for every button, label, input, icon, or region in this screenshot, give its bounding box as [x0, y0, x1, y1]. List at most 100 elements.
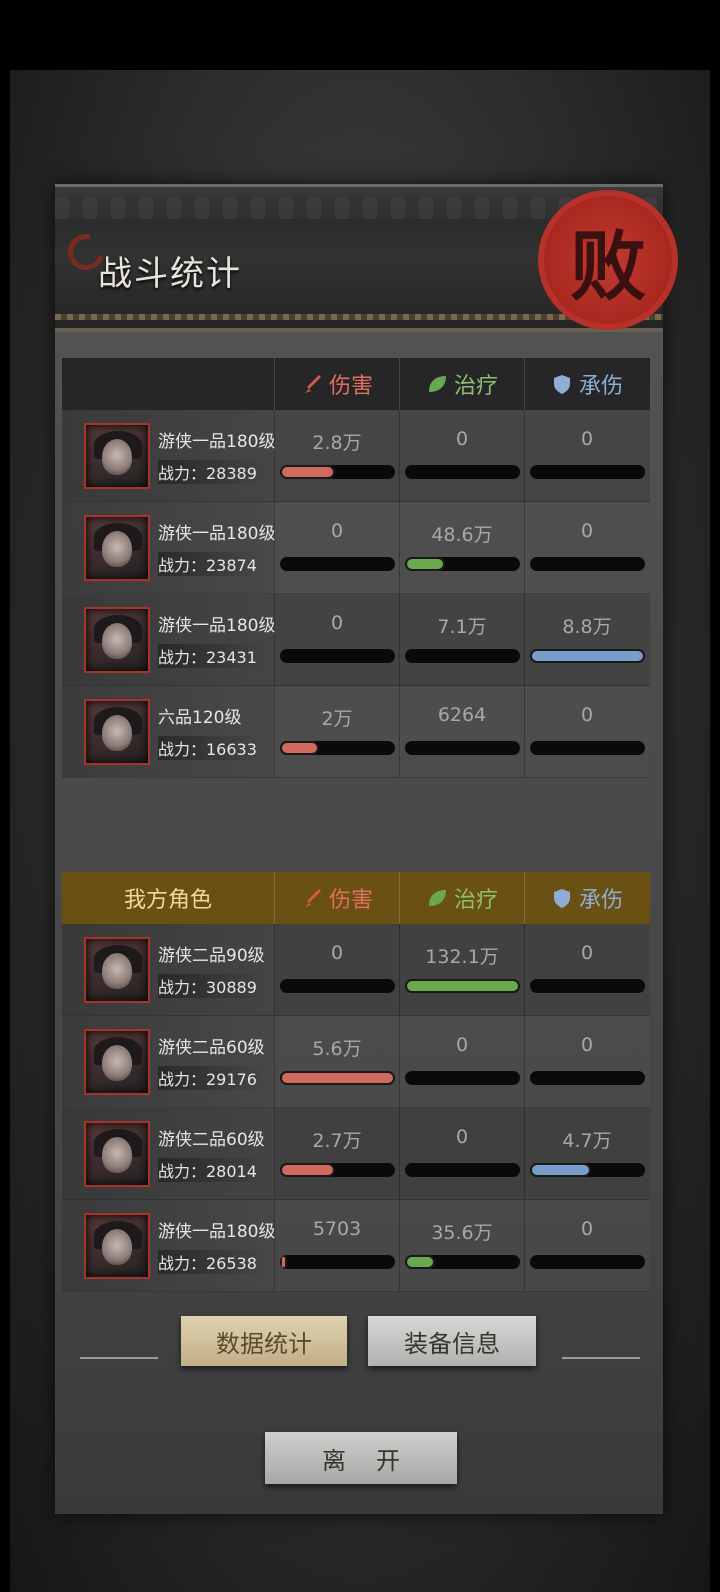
tank-value: 0: [580, 704, 594, 726]
damage-value: 0: [330, 942, 344, 964]
tank-column-header: 承伤: [524, 872, 649, 924]
tank-cell: 0: [524, 1016, 649, 1107]
heal-bar: [405, 465, 520, 479]
avatar-face: [102, 715, 132, 751]
damage-value: 2.7万: [312, 1130, 362, 1152]
tank-bar: [530, 1071, 645, 1085]
damage-bar-fill: [280, 1255, 287, 1269]
damage-value: 5.6万: [312, 1038, 362, 1060]
divider-left: [80, 1357, 158, 1359]
damage-bar: [280, 465, 395, 479]
equipment-info-button[interactable]: 装备信息: [368, 1316, 536, 1366]
character-avatar[interactable]: [84, 937, 150, 1003]
ally-stats-table: 我方角色 伤害 治疗 承伤 游侠二品90级 战力：30889 0 132.1万 0 游侠二…: [62, 872, 650, 1292]
damage-bar-fill: [280, 1163, 336, 1177]
tank-bar-fill: [530, 1163, 591, 1177]
tank-bar: [530, 741, 645, 755]
damage-bar-fill: [280, 465, 336, 479]
character-power: 战力：28014: [158, 1158, 267, 1182]
tank-value: 4.7万: [562, 1130, 612, 1152]
character-name: 六品120级: [158, 708, 242, 728]
heal-cell: 0: [399, 1016, 524, 1107]
character-info: 游侠一品180级 战力：23431: [62, 594, 275, 685]
heal-cell: 35.6万: [399, 1200, 524, 1291]
avatar-face: [102, 1137, 132, 1173]
heal-value: 132.1万: [425, 946, 499, 968]
table-row[interactable]: 游侠二品60级 战力：29176 5.6万 0 0: [62, 1016, 650, 1108]
character-name: 游侠二品90级: [158, 946, 265, 966]
avatar-face: [102, 623, 132, 659]
table-row[interactable]: 游侠二品90级战力：30889 0 132.1万 0: [62, 924, 650, 1016]
damage-label: 伤害: [328, 374, 373, 399]
character-name: 游侠二品60级: [158, 1130, 265, 1150]
character-name: 游侠二品60级: [158, 1038, 265, 1058]
leave-button[interactable]: 离开: [265, 1432, 457, 1484]
character-power: 战力：23431: [158, 644, 267, 668]
character-avatar[interactable]: [84, 1121, 150, 1187]
table-row[interactable]: 游侠一品180级 战力：23874 0 48.6万 0: [62, 502, 650, 594]
damage-bar-fill: [280, 1071, 395, 1085]
tank-bar: [530, 649, 645, 663]
tank-value: 8.8万: [562, 616, 612, 638]
character-power: 战力：16633: [158, 736, 267, 760]
damage-bar: [280, 1163, 395, 1177]
damage-bar: [280, 741, 395, 755]
damage-bar: [280, 1071, 395, 1085]
heal-cell: 0: [399, 1108, 524, 1199]
damage-bar: [280, 979, 395, 993]
heal-bar-fill: [405, 1255, 435, 1269]
avatar-face: [102, 439, 132, 475]
heal-cell: 6264: [399, 686, 524, 777]
character-info: 游侠一品180级 战力：28389: [62, 410, 275, 501]
table-row[interactable]: 游侠一品180级 战力：26538 5703 35.6万 0: [62, 1200, 650, 1292]
page-title: 战斗统计: [98, 254, 242, 294]
data-stats-button[interactable]: 数据统计: [181, 1316, 347, 1366]
character-avatar[interactable]: [84, 1213, 150, 1279]
character-avatar[interactable]: [84, 423, 150, 489]
table-row[interactable]: 游侠一品180级 战力：28389 2.8万 0 0: [62, 410, 650, 502]
leaf-icon: [428, 890, 446, 906]
damage-value: 0: [330, 612, 344, 634]
table-row[interactable]: 游侠一品180级 战力：23431 0 7.1万 8.8万: [62, 594, 650, 686]
character-power: 战力：26538: [158, 1250, 267, 1274]
heal-cell: 0: [399, 410, 524, 501]
tank-cell: 0: [524, 924, 649, 1015]
header-label: 我方角色: [123, 888, 212, 913]
character-avatar[interactable]: [84, 607, 150, 673]
heal-bar: [405, 649, 520, 663]
tank-column-header: 承伤: [524, 358, 649, 410]
damage-bar-fill: [280, 741, 320, 755]
character-power: 战力：30889: [158, 974, 267, 998]
damage-value: 2万: [321, 708, 353, 730]
heal-bar-fill: [405, 979, 520, 993]
heal-cell: 132.1万: [399, 924, 524, 1015]
tank-bar: [530, 1255, 645, 1269]
heal-value: 7.1万: [437, 616, 487, 638]
enemy-stats-table: 伤害 治疗 承伤 游侠一品180级 战力：28389 2.8万 0 0 游侠一品180级战…: [62, 358, 650, 778]
heal-label: 治疗: [453, 888, 498, 913]
tank-bar: [530, 979, 645, 993]
character-info: 游侠二品60级战力：28014: [62, 1108, 274, 1199]
damage-cell: 5.6万: [274, 1016, 399, 1107]
sword-icon: [304, 889, 321, 907]
tank-bar-fill: [530, 649, 645, 663]
damage-label: 伤害: [328, 888, 373, 913]
table-row[interactable]: 游侠二品60级战力：28014 2.7万 0 4.7万: [62, 1108, 650, 1200]
heal-value: 48.6万: [431, 524, 493, 546]
avatar-face: [102, 531, 132, 567]
character-avatar[interactable]: [84, 515, 150, 581]
tank-label: 承伤: [578, 374, 623, 399]
heal-value: 35.6万: [431, 1222, 493, 1244]
character-name: 游侠一品180级: [158, 1222, 276, 1242]
avatar-face: [102, 1045, 132, 1081]
tank-value: 0: [580, 1218, 594, 1240]
shield-icon: [553, 375, 570, 394]
character-info: 游侠一品180级 战力：23874: [62, 502, 276, 593]
character-avatar[interactable]: [84, 699, 150, 765]
damage-cell: 0: [274, 594, 399, 685]
character-name: 游侠一品180级: [158, 524, 276, 544]
character-avatar[interactable]: [84, 1029, 150, 1095]
tank-cell: 0: [524, 410, 649, 501]
table-row[interactable]: 六品120级战力：16633 2万 6264 0: [62, 686, 650, 778]
leaf-icon: [428, 376, 446, 392]
